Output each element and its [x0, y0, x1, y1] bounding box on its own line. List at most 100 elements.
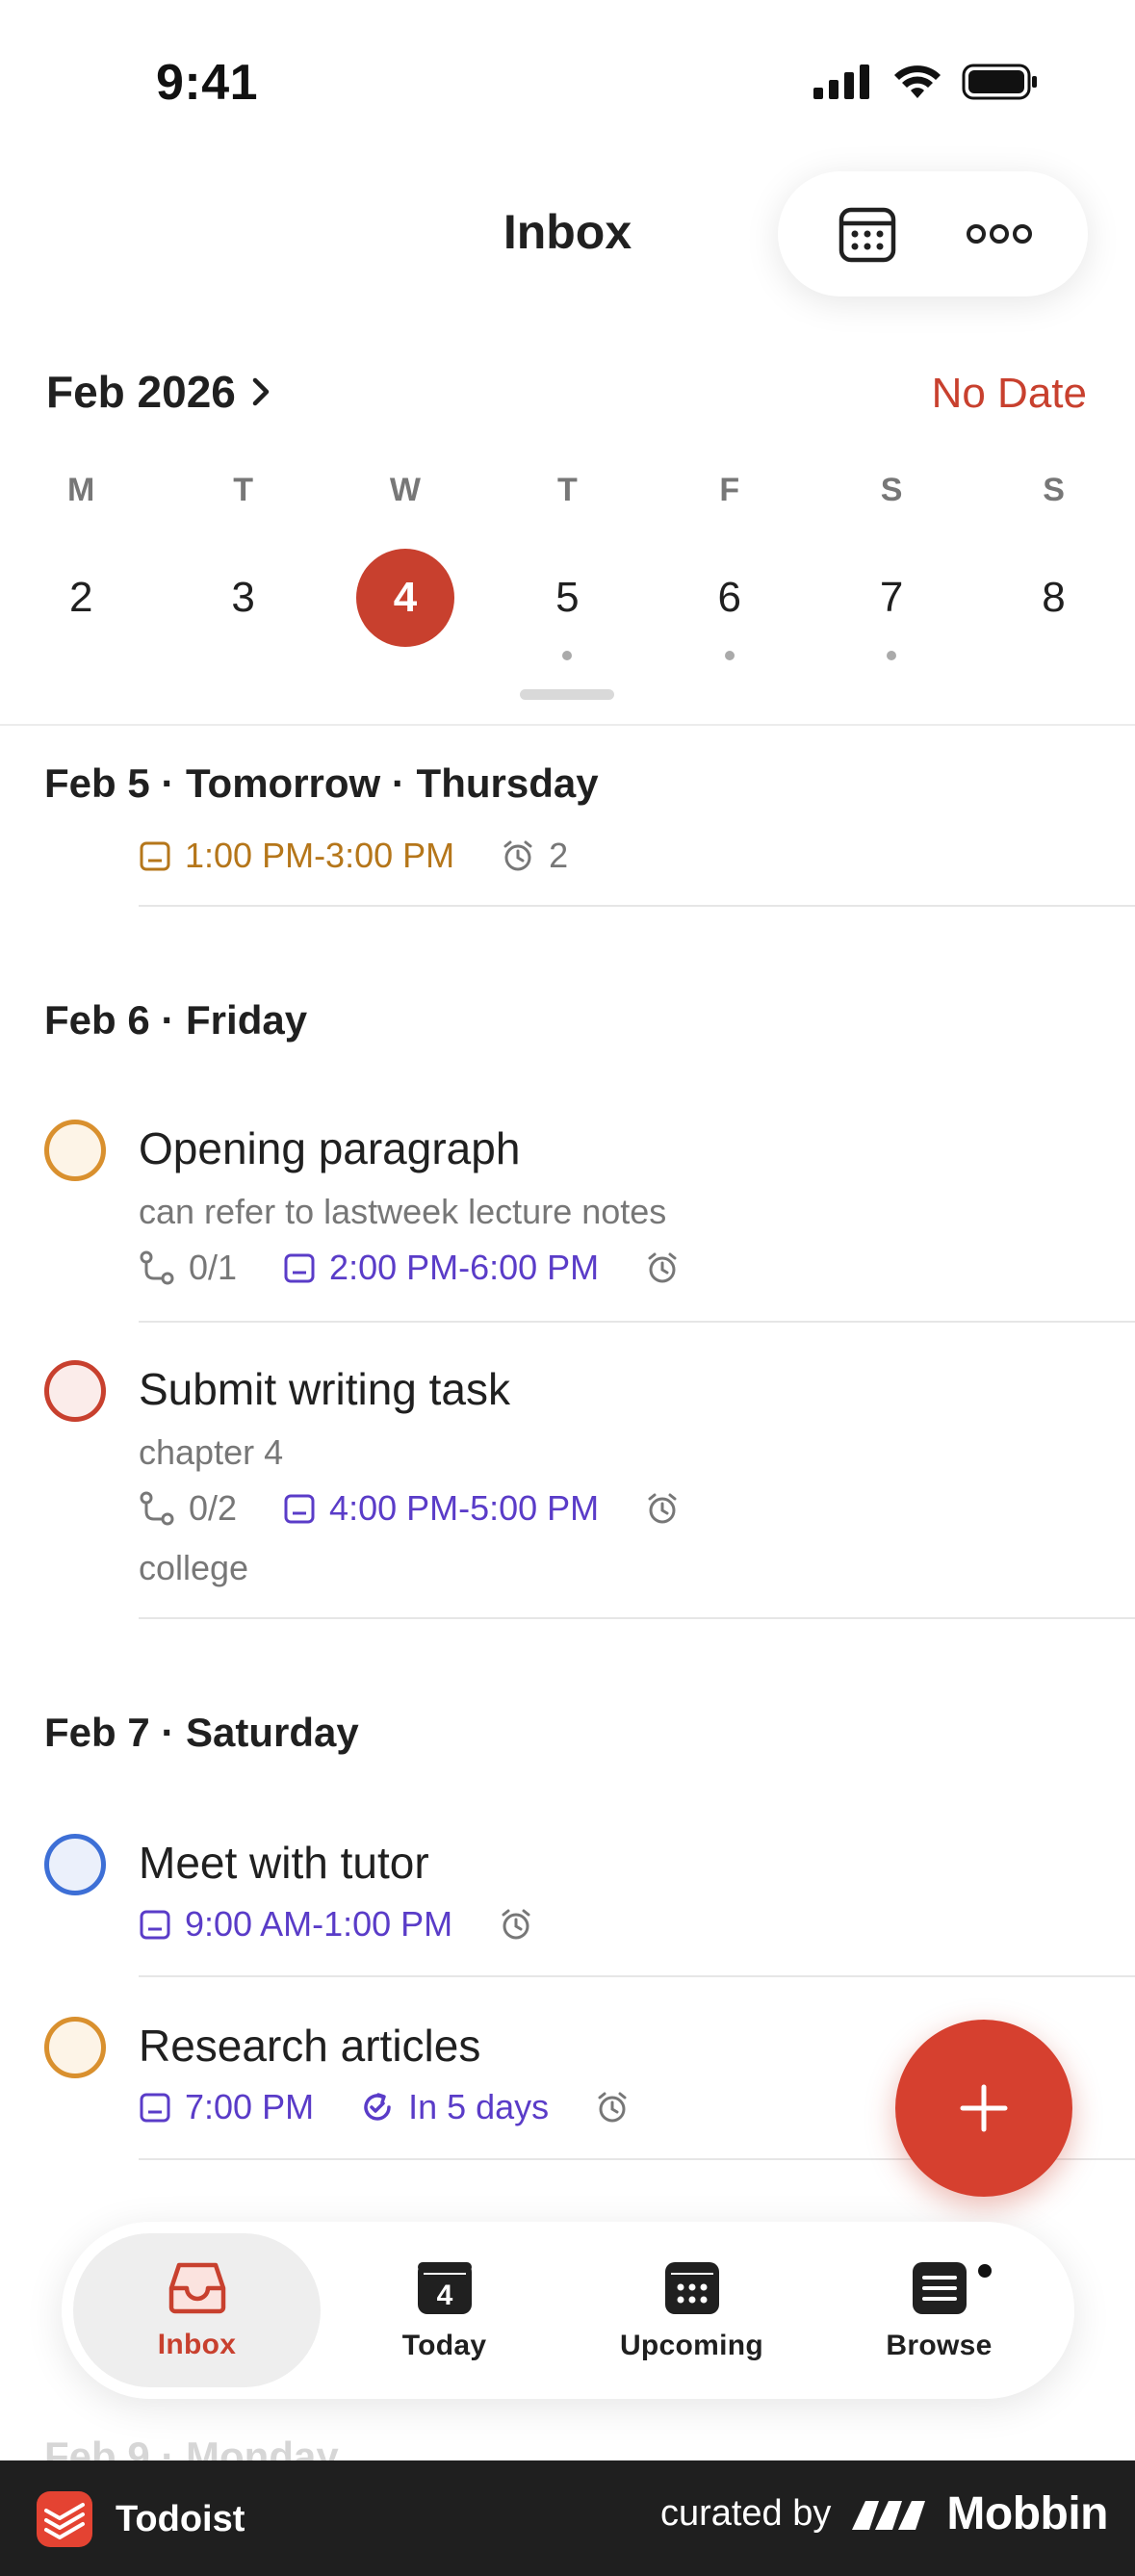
- date-cell[interactable]: 5: [486, 549, 648, 660]
- task-time: 2:00 PM-6:00 PM: [329, 1248, 600, 1287]
- month-selector[interactable]: Feb 2026: [46, 366, 272, 418]
- chevron-right-icon: [252, 377, 270, 406]
- weekday-label: M: [67, 472, 95, 508]
- date-cell-selected[interactable]: 4: [324, 549, 486, 655]
- date-number: 2: [68, 574, 93, 621]
- calendar-small-icon: [140, 841, 170, 871]
- subtask-icon: [140, 1250, 174, 1285]
- tab-upcoming[interactable]: Upcoming: [568, 2233, 815, 2387]
- task-checkbox[interactable]: [44, 1360, 106, 1422]
- more-icon: [966, 224, 1032, 244]
- task-meta: 7:00 PM In 5 days: [139, 2087, 630, 2127]
- tab-browse[interactable]: Browse: [815, 2233, 1063, 2387]
- date-cell[interactable]: 6: [649, 549, 811, 660]
- task-time: 7:00 PM: [185, 2087, 315, 2126]
- calendar-small-icon: [284, 1253, 315, 1283]
- footer-app-name: Todoist: [116, 2498, 245, 2539]
- calendar-drag-handle[interactable]: [520, 689, 614, 700]
- subtask-count: 0/1: [189, 1248, 238, 1287]
- add-task-button[interactable]: [895, 2020, 1072, 2197]
- tab-label: Browse: [886, 2330, 993, 2361]
- calendar-grid-icon: [838, 207, 895, 263]
- date-cell[interactable]: 8: [972, 549, 1134, 655]
- task-title: Submit writing task: [139, 1364, 511, 1414]
- footer-bar: Todoist curated by Mobbin: [0, 2460, 1135, 2576]
- task-checkbox[interactable]: [44, 2017, 106, 2078]
- today-icon: 4: [417, 2262, 472, 2314]
- footer-curated: curated by Mobbin: [659, 2487, 1109, 2540]
- task-meta: 0/2 4:00 PM-5:00 PM: [139, 1488, 680, 1529]
- date-number: 3: [231, 574, 255, 621]
- date-number: 7: [879, 574, 904, 621]
- date-cell[interactable]: 2: [0, 549, 162, 655]
- section-heading: Feb 6 · Friday: [44, 997, 308, 1043]
- tab-today[interactable]: 4 Today: [321, 2233, 568, 2387]
- tab-label: Inbox: [157, 2329, 237, 2360]
- task-meta: 9:00 AM-1:00 PM: [139, 1904, 533, 1945]
- date-number-selected: 4: [355, 549, 454, 647]
- alarm-icon: [598, 2092, 627, 2123]
- status-time: 9:41: [156, 55, 259, 111]
- curated-by-text: curated by: [659, 2493, 832, 2534]
- task-checkbox[interactable]: [44, 1834, 106, 1895]
- weekday-label: F: [719, 472, 740, 508]
- task-checkbox[interactable]: [44, 1120, 106, 1181]
- battery-icon: [962, 64, 1037, 100]
- weekday-label: W: [389, 472, 422, 508]
- tab-label: Today: [401, 2330, 487, 2361]
- task-indicator-dot: [724, 651, 735, 660]
- alarm-icon: [648, 1493, 677, 1524]
- calendar-small-icon: [140, 1910, 170, 1940]
- task-title: Opening paragraph: [139, 1123, 521, 1173]
- no-date-button[interactable]: No Date: [932, 370, 1087, 418]
- signal-icon: [813, 64, 869, 99]
- weekday-label: S: [880, 472, 903, 508]
- weekday-label: S: [1043, 472, 1065, 508]
- status-icons: [813, 64, 1039, 100]
- tab-inbox[interactable]: Inbox: [73, 2233, 321, 2387]
- task-time: 9:00 AM-1:00 PM: [185, 1904, 453, 1944]
- section-heading: Feb 7 · Saturday: [44, 1710, 359, 1755]
- task-row[interactable]: Meet with tutor 9:00 AM-1:00 PM: [0, 1831, 1135, 1975]
- task-row[interactable]: Submit writing task chapter 4 0/2 4:00 P…: [0, 1357, 1135, 1617]
- date-cell[interactable]: 7: [811, 549, 972, 660]
- row-divider: [139, 1617, 1135, 1619]
- task-description: can refer to lastweek lecture notes: [139, 1192, 667, 1231]
- header-actions: [778, 171, 1088, 296]
- task-title: Research articles: [139, 2021, 481, 2071]
- alarm-icon: [502, 1909, 530, 1940]
- mobbin-logo-icon: [852, 2500, 926, 2530]
- task-time: 4:00 PM-5:00 PM: [329, 1488, 600, 1528]
- browse-icon: [912, 2262, 967, 2314]
- date-number: 8: [1042, 574, 1066, 621]
- calendar-small-icon: [284, 1494, 315, 1524]
- plus-icon: [960, 2084, 1008, 2132]
- task-label: college: [139, 1548, 249, 1587]
- date-number: 6: [717, 574, 741, 621]
- tab-bar: Inbox 4 Today Upcoming Browse: [62, 2222, 1074, 2399]
- calendar-view-button[interactable]: [824, 191, 911, 277]
- mobbin-brand-text: Mobbin: [946, 2488, 1108, 2539]
- task-meta-partial: 1:00 PM-3:00 PM 2: [139, 836, 568, 876]
- row-divider: [139, 1975, 1135, 1977]
- tab-label: Upcoming: [619, 2330, 764, 2361]
- notification-dot: [974, 2260, 995, 2281]
- alarm-icon: [503, 840, 532, 871]
- section-heading: Feb 5 · Tomorrow · Thursday: [44, 760, 599, 806]
- reminder-count: 2: [549, 836, 569, 875]
- task-row[interactable]: Opening paragraph can refer to lastweek …: [0, 1117, 1135, 1319]
- more-options-button[interactable]: [956, 191, 1043, 277]
- task-time: 1:00 PM-3:00 PM: [185, 836, 455, 875]
- subtask-icon: [140, 1491, 174, 1526]
- wifi-icon: [894, 65, 941, 98]
- task-indicator-dot: [887, 651, 897, 660]
- status-bar: 9:41: [0, 0, 1135, 164]
- calendar-divider: [0, 724, 1135, 726]
- weekday-label: T: [233, 472, 253, 508]
- date-row: 2 3 4 5 6 7 8: [0, 549, 1135, 660]
- date-cell[interactable]: 3: [162, 549, 323, 655]
- weekday-row: M T W T F S S: [0, 472, 1135, 509]
- task-meta: 0/1 2:00 PM-6:00 PM: [139, 1248, 680, 1288]
- inbox-icon: [168, 2262, 225, 2314]
- row-divider: [139, 905, 1135, 907]
